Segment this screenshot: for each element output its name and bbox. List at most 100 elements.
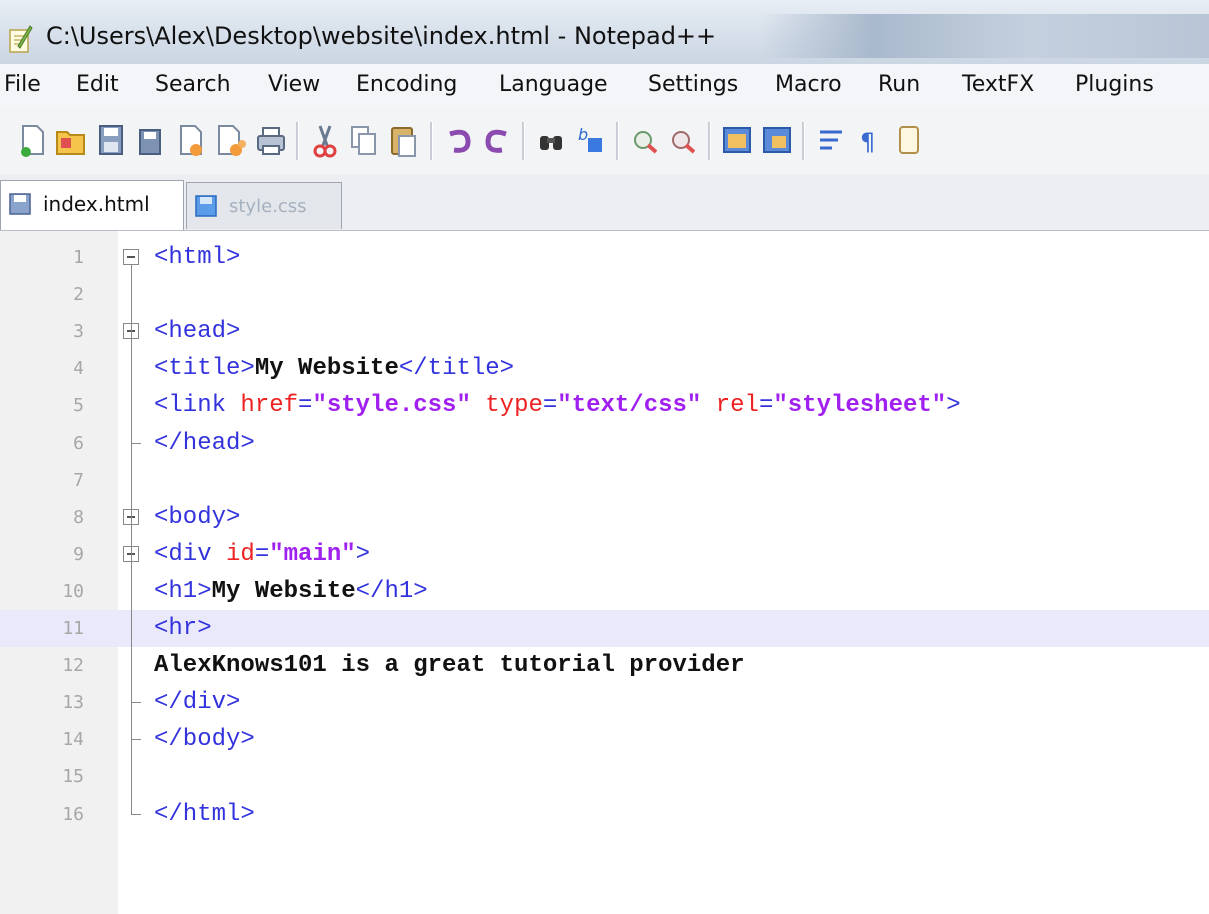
code-text: <html> bbox=[154, 244, 240, 271]
svg-text:¶: ¶ bbox=[860, 128, 875, 156]
title-bar-background bbox=[760, 14, 1209, 58]
redo-icon[interactable] bbox=[478, 118, 516, 162]
code-line[interactable]: 2 bbox=[0, 276, 1209, 313]
line-number: 16 bbox=[62, 803, 84, 825]
tab-index-html[interactable]: index.html bbox=[0, 180, 184, 230]
code-text: <link href="style.css" type="text/css" r… bbox=[154, 392, 961, 419]
zoom-out-icon[interactable] bbox=[664, 118, 702, 162]
code-line[interactable]: 10 <h1>My Website</h1> bbox=[0, 573, 1209, 610]
menu-edit[interactable]: Edit bbox=[76, 72, 119, 97]
code-token: <title> bbox=[154, 355, 255, 383]
line-number: 12 bbox=[62, 655, 84, 677]
code-line[interactable]: 7 bbox=[0, 462, 1209, 499]
fold-end-marker bbox=[131, 739, 141, 741]
code-text: <title>My Website</title> bbox=[154, 355, 514, 382]
code-line[interactable]: 4 <title>My Website</title> bbox=[0, 350, 1209, 387]
line-number: 13 bbox=[62, 692, 84, 714]
code-token: "text/css" bbox=[557, 392, 702, 420]
code-token: My Website bbox=[211, 577, 356, 605]
code-token: "style.css" bbox=[312, 392, 471, 420]
code-line[interactable]: 1 <html> bbox=[0, 239, 1209, 276]
close-icon[interactable] bbox=[172, 118, 210, 162]
menu-view[interactable]: View bbox=[268, 72, 320, 97]
line-number: 5 bbox=[73, 395, 84, 417]
code-line[interactable]: 11 <hr> bbox=[0, 610, 1209, 647]
code-text: <head> bbox=[154, 318, 240, 345]
code-line[interactable]: 15 bbox=[0, 758, 1209, 795]
save-icon bbox=[9, 193, 31, 215]
code-token: <head> bbox=[154, 318, 241, 346]
tab-bar: index.html style.css bbox=[0, 174, 1209, 231]
print-icon[interactable] bbox=[252, 118, 290, 162]
svg-text:b: b bbox=[578, 125, 588, 144]
paste-icon[interactable] bbox=[384, 118, 422, 162]
code-line[interactable]: 12 AlexKnows101 is a great tutorial provi… bbox=[0, 647, 1209, 684]
fold-line bbox=[131, 265, 132, 814]
code-token: "main" bbox=[269, 540, 356, 568]
show-all-chars-icon[interactable]: ¶ bbox=[850, 118, 888, 162]
code-line[interactable]: 8 <body> bbox=[0, 499, 1209, 536]
copy-icon[interactable] bbox=[344, 118, 382, 162]
line-number: 8 bbox=[73, 506, 84, 528]
title-bar: C:\Users\Alex\Desktop\website\index.html… bbox=[0, 0, 1209, 64]
menu-run[interactable]: Run bbox=[878, 72, 920, 97]
code-token: > bbox=[355, 540, 371, 568]
menu-language[interactable]: Language bbox=[499, 72, 608, 97]
code-editor[interactable]: 1 <html> 2 3 <head> 4 <title>My Website</title… bbox=[0, 231, 1209, 914]
code-line[interactable]: 14 </body> bbox=[0, 721, 1209, 758]
code-token: </div> bbox=[154, 689, 241, 717]
code-line[interactable]: 6 </head> bbox=[0, 425, 1209, 462]
code-token: > bbox=[946, 392, 961, 420]
close-all-icon[interactable] bbox=[212, 118, 250, 162]
code-line[interactable]: 9 <div id="main"> bbox=[0, 536, 1209, 573]
fold-toggle-icon[interactable] bbox=[123, 249, 139, 265]
line-number: 2 bbox=[73, 284, 84, 306]
code-text: <hr> bbox=[154, 615, 212, 642]
new-file-icon[interactable] bbox=[14, 118, 52, 162]
toolbar-separator bbox=[296, 122, 299, 160]
tab-style-css[interactable]: style.css bbox=[186, 182, 342, 229]
code-line[interactable]: 13 </div> bbox=[0, 684, 1209, 721]
save-icon[interactable] bbox=[92, 118, 130, 162]
code-token: </head> bbox=[154, 429, 255, 457]
undo-icon[interactable] bbox=[440, 118, 478, 162]
code-token: My Website bbox=[254, 355, 399, 383]
tab-label: style.css bbox=[229, 196, 307, 217]
menu-macro[interactable]: Macro bbox=[775, 72, 842, 97]
zoom-in-icon[interactable] bbox=[626, 118, 664, 162]
code-text: </div> bbox=[154, 689, 240, 716]
code-text: <body> bbox=[154, 504, 240, 531]
word-wrap-icon[interactable] bbox=[812, 118, 850, 162]
code-line[interactable]: 16 </html> bbox=[0, 796, 1209, 833]
sync-horizontal-icon[interactable] bbox=[758, 118, 796, 162]
code-token: id bbox=[226, 540, 255, 568]
save-icon bbox=[195, 195, 217, 217]
sync-vertical-icon[interactable] bbox=[718, 118, 756, 162]
fold-end-marker bbox=[131, 813, 141, 815]
cut-icon[interactable] bbox=[306, 118, 344, 162]
code-text: AlexKnows101 is a great tutorial provide… bbox=[154, 652, 745, 679]
menu-search[interactable]: Search bbox=[155, 72, 231, 97]
line-number: 14 bbox=[62, 729, 84, 751]
menu-textfx[interactable]: TextFX bbox=[962, 72, 1034, 97]
toolbar: b ¶ bbox=[0, 108, 1209, 174]
find-icon[interactable] bbox=[532, 118, 570, 162]
open-file-icon[interactable] bbox=[52, 118, 90, 162]
code-token: <html> bbox=[154, 244, 241, 271]
code-token: </html> bbox=[154, 800, 255, 828]
menu-file[interactable]: File bbox=[4, 72, 41, 97]
code-line[interactable]: 3 <head> bbox=[0, 313, 1209, 350]
code-token: = bbox=[542, 392, 558, 420]
menu-plugins[interactable]: Plugins bbox=[1075, 72, 1154, 97]
code-token: <h1> bbox=[154, 577, 212, 605]
menu-encoding[interactable]: Encoding bbox=[356, 72, 457, 97]
code-line[interactable]: 5 <link href="style.css" type="text/css" … bbox=[0, 387, 1209, 424]
save-all-icon[interactable] bbox=[132, 118, 170, 162]
code-token: <div bbox=[154, 540, 227, 568]
code-token: = bbox=[298, 392, 313, 420]
indent-guide-icon[interactable] bbox=[892, 118, 930, 162]
menu-settings[interactable]: Settings bbox=[648, 72, 738, 97]
replace-icon[interactable]: b bbox=[572, 118, 610, 162]
